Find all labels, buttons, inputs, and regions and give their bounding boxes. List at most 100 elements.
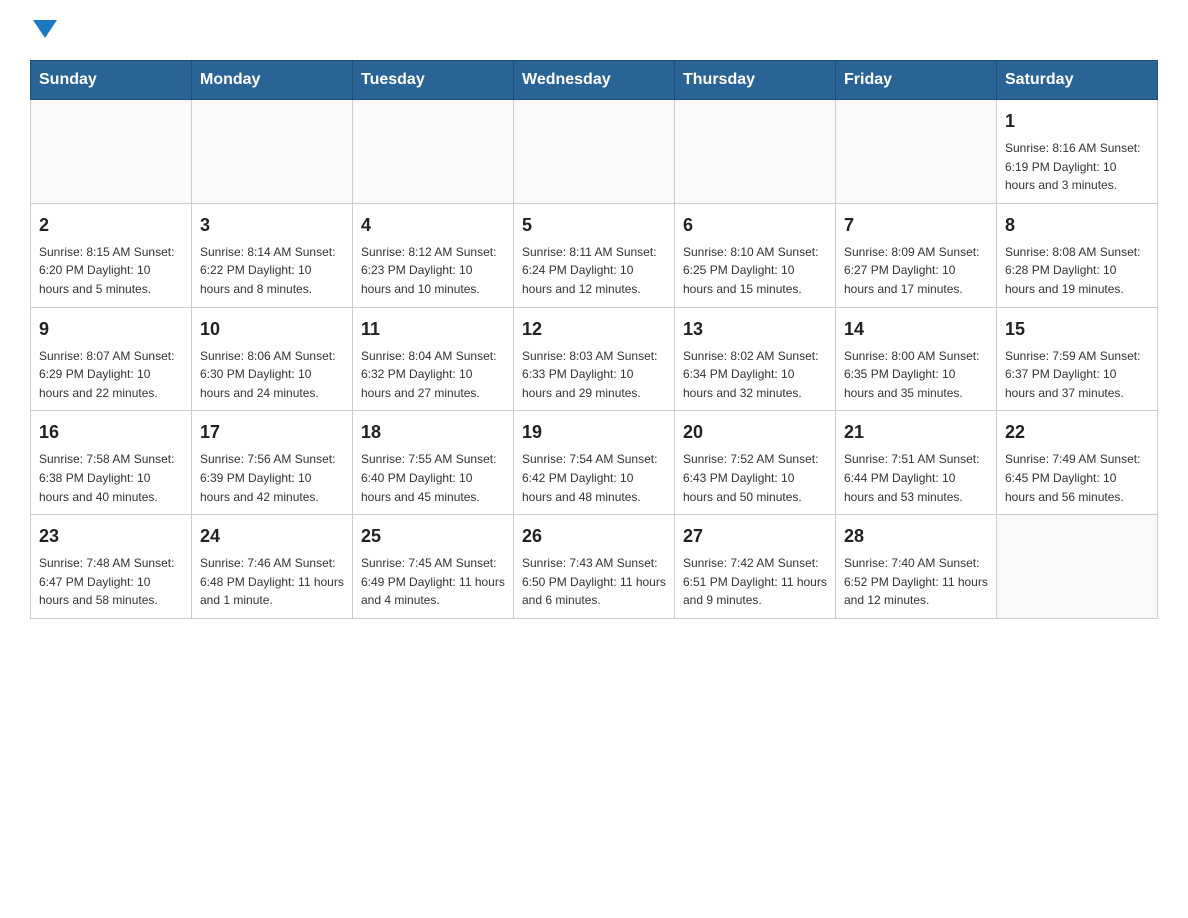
day-number: 11 [361,316,505,343]
calendar-day-cell [675,100,836,204]
calendar-table: SundayMondayTuesdayWednesdayThursdayFrid… [30,60,1158,619]
day-info: Sunrise: 8:07 AM Sunset: 6:29 PM Dayligh… [39,347,183,403]
calendar-day-cell: 20 Sunrise: 7:52 AM Sunset: 6:43 PM Dayli… [675,411,836,515]
day-info: Sunrise: 7:54 AM Sunset: 6:42 PM Dayligh… [522,450,666,506]
calendar-day-cell: 14 Sunrise: 8:00 AM Sunset: 6:35 PM Dayli… [836,307,997,411]
day-info: Sunrise: 8:08 AM Sunset: 6:28 PM Dayligh… [1005,243,1149,299]
day-info: Sunrise: 7:49 AM Sunset: 6:45 PM Dayligh… [1005,450,1149,506]
day-info: Sunrise: 7:40 AM Sunset: 6:52 PM Dayligh… [844,554,988,610]
calendar-day-cell [997,515,1158,619]
day-number: 16 [39,419,183,446]
day-number: 27 [683,523,827,550]
day-of-week-header: Saturday [997,61,1158,100]
calendar-week-row: 23 Sunrise: 7:48 AM Sunset: 6:47 PM Dayli… [31,515,1158,619]
calendar-day-cell [836,100,997,204]
calendar-day-cell: 12 Sunrise: 8:03 AM Sunset: 6:33 PM Dayli… [514,307,675,411]
day-info: Sunrise: 7:59 AM Sunset: 6:37 PM Dayligh… [1005,347,1149,403]
day-number: 1 [1005,108,1149,135]
logo-triangle-icon [33,20,57,38]
day-number: 8 [1005,212,1149,239]
day-of-week-header: Thursday [675,61,836,100]
day-info: Sunrise: 8:04 AM Sunset: 6:32 PM Dayligh… [361,347,505,403]
day-info: Sunrise: 7:55 AM Sunset: 6:40 PM Dayligh… [361,450,505,506]
calendar-day-cell [31,100,192,204]
calendar-day-cell: 27 Sunrise: 7:42 AM Sunset: 6:51 PM Dayli… [675,515,836,619]
calendar-day-cell: 11 Sunrise: 8:04 AM Sunset: 6:32 PM Dayli… [353,307,514,411]
calendar-day-cell: 21 Sunrise: 7:51 AM Sunset: 6:44 PM Dayli… [836,411,997,515]
calendar-day-cell [192,100,353,204]
calendar-day-cell [514,100,675,204]
day-info: Sunrise: 8:11 AM Sunset: 6:24 PM Dayligh… [522,243,666,299]
day-info: Sunrise: 8:10 AM Sunset: 6:25 PM Dayligh… [683,243,827,299]
calendar-day-cell: 4 Sunrise: 8:12 AM Sunset: 6:23 PM Daylig… [353,203,514,307]
day-number: 10 [200,316,344,343]
day-info: Sunrise: 7:42 AM Sunset: 6:51 PM Dayligh… [683,554,827,610]
day-number: 22 [1005,419,1149,446]
calendar-day-cell: 5 Sunrise: 8:11 AM Sunset: 6:24 PM Daylig… [514,203,675,307]
day-number: 28 [844,523,988,550]
calendar-week-row: 2Sunrise: 8:15 AM Sunset: 6:20 PM Daylig… [31,203,1158,307]
day-info: Sunrise: 8:09 AM Sunset: 6:27 PM Dayligh… [844,243,988,299]
day-info: Sunrise: 7:58 AM Sunset: 6:38 PM Dayligh… [39,450,183,506]
day-number: 2 [39,212,183,239]
calendar-day-cell: 18 Sunrise: 7:55 AM Sunset: 6:40 PM Dayli… [353,411,514,515]
calendar-day-cell: 16 Sunrise: 7:58 AM Sunset: 6:38 PM Dayli… [31,411,192,515]
calendar-day-cell: 8 Sunrise: 8:08 AM Sunset: 6:28 PM Daylig… [997,203,1158,307]
day-number: 26 [522,523,666,550]
day-info: Sunrise: 7:51 AM Sunset: 6:44 PM Dayligh… [844,450,988,506]
day-number: 20 [683,419,827,446]
calendar-week-row: 16 Sunrise: 7:58 AM Sunset: 6:38 PM Dayli… [31,411,1158,515]
day-info: Sunrise: 7:46 AM Sunset: 6:48 PM Dayligh… [200,554,344,610]
day-number: 3 [200,212,344,239]
calendar-day-cell: 25 Sunrise: 7:45 AM Sunset: 6:49 PM Dayli… [353,515,514,619]
calendar-day-cell: 1 Sunrise: 8:16 AM Sunset: 6:19 PM Daylig… [997,100,1158,204]
day-number: 7 [844,212,988,239]
calendar-day-cell: 24 Sunrise: 7:46 AM Sunset: 6:48 PM Dayli… [192,515,353,619]
day-number: 5 [522,212,666,239]
day-info: Sunrise: 8:16 AM Sunset: 6:19 PM Dayligh… [1005,139,1149,195]
day-number: 4 [361,212,505,239]
calendar-day-cell: 9 Sunrise: 8:07 AM Sunset: 6:29 PM Daylig… [31,307,192,411]
day-number: 23 [39,523,183,550]
day-number: 24 [200,523,344,550]
day-number: 15 [1005,316,1149,343]
calendar-day-cell: 7 Sunrise: 8:09 AM Sunset: 6:27 PM Daylig… [836,203,997,307]
day-number: 25 [361,523,505,550]
day-number: 19 [522,419,666,446]
day-info: Sunrise: 8:02 AM Sunset: 6:34 PM Dayligh… [683,347,827,403]
day-number: 14 [844,316,988,343]
day-info: Sunrise: 7:52 AM Sunset: 6:43 PM Dayligh… [683,450,827,506]
day-info: Sunrise: 7:43 AM Sunset: 6:50 PM Dayligh… [522,554,666,610]
calendar-day-cell: 23 Sunrise: 7:48 AM Sunset: 6:47 PM Dayli… [31,515,192,619]
calendar-day-cell: 17 Sunrise: 7:56 AM Sunset: 6:39 PM Dayli… [192,411,353,515]
day-info: Sunrise: 7:45 AM Sunset: 6:49 PM Dayligh… [361,554,505,610]
day-of-week-header: Monday [192,61,353,100]
calendar-day-cell: 10Sunrise: 8:06 AM Sunset: 6:30 PM Dayli… [192,307,353,411]
day-info: Sunrise: 8:14 AM Sunset: 6:22 PM Dayligh… [200,243,344,299]
day-number: 13 [683,316,827,343]
calendar-day-cell: 15 Sunrise: 7:59 AM Sunset: 6:37 PM Dayli… [997,307,1158,411]
calendar-day-cell: 19 Sunrise: 7:54 AM Sunset: 6:42 PM Dayli… [514,411,675,515]
day-number: 17 [200,419,344,446]
day-info: Sunrise: 8:12 AM Sunset: 6:23 PM Dayligh… [361,243,505,299]
day-number: 21 [844,419,988,446]
day-of-week-header: Tuesday [353,61,514,100]
calendar-day-cell: 26 Sunrise: 7:43 AM Sunset: 6:50 PM Dayli… [514,515,675,619]
day-number: 6 [683,212,827,239]
page-header [30,20,1158,40]
calendar-day-cell: 3 Sunrise: 8:14 AM Sunset: 6:22 PM Daylig… [192,203,353,307]
logo [30,20,57,40]
day-info: Sunrise: 7:48 AM Sunset: 6:47 PM Dayligh… [39,554,183,610]
day-number: 18 [361,419,505,446]
calendar-header-row: SundayMondayTuesdayWednesdayThursdayFrid… [31,61,1158,100]
calendar-day-cell: 6 Sunrise: 8:10 AM Sunset: 6:25 PM Daylig… [675,203,836,307]
calendar-day-cell: 28 Sunrise: 7:40 AM Sunset: 6:52 PM Dayli… [836,515,997,619]
day-of-week-header: Sunday [31,61,192,100]
day-info: Sunrise: 8:00 AM Sunset: 6:35 PM Dayligh… [844,347,988,403]
day-number: 12 [522,316,666,343]
calendar-week-row: 1 Sunrise: 8:16 AM Sunset: 6:19 PM Daylig… [31,100,1158,204]
day-number: 9 [39,316,183,343]
calendar-day-cell: 22 Sunrise: 7:49 AM Sunset: 6:45 PM Dayli… [997,411,1158,515]
day-info: Sunrise: 8:03 AM Sunset: 6:33 PM Dayligh… [522,347,666,403]
day-info: Sunrise: 7:56 AM Sunset: 6:39 PM Dayligh… [200,450,344,506]
